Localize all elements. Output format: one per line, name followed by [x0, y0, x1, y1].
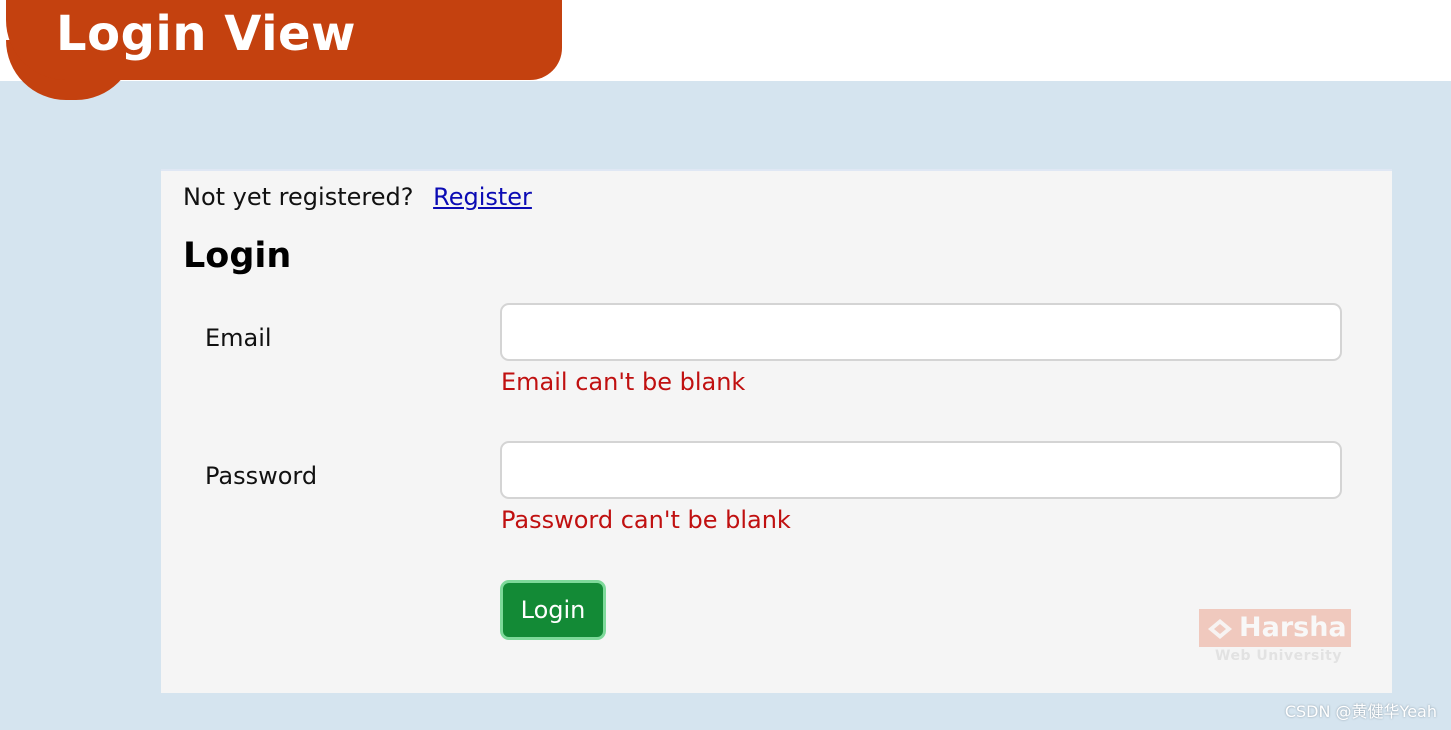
password-label: Password — [205, 462, 318, 490]
password-error-message: Password can't be blank — [501, 506, 791, 534]
email-error-message: Email can't be blank — [501, 368, 746, 396]
password-field[interactable] — [500, 441, 1342, 499]
banner-title: Login View — [56, 6, 356, 62]
watermark-brand: Harsha — [1239, 612, 1347, 643]
login-button[interactable]: Login — [500, 580, 606, 640]
login-card: Not yet registered? Register Login Email… — [161, 169, 1392, 693]
harsha-watermark: Harsha Web University — [1199, 609, 1351, 665]
source-credit: CSDN @黄健华Yeah — [1284, 702, 1437, 721]
watermark-subtitle: Web University — [1215, 648, 1342, 664]
form-title: Login — [183, 236, 292, 276]
harsha-logo-icon — [1208, 619, 1232, 639]
email-field[interactable] — [500, 303, 1342, 361]
register-row: Not yet registered? Register — [183, 182, 532, 212]
register-link[interactable]: Register — [433, 183, 532, 211]
email-label: Email — [205, 324, 272, 352]
register-prompt: Not yet registered? — [183, 183, 414, 211]
